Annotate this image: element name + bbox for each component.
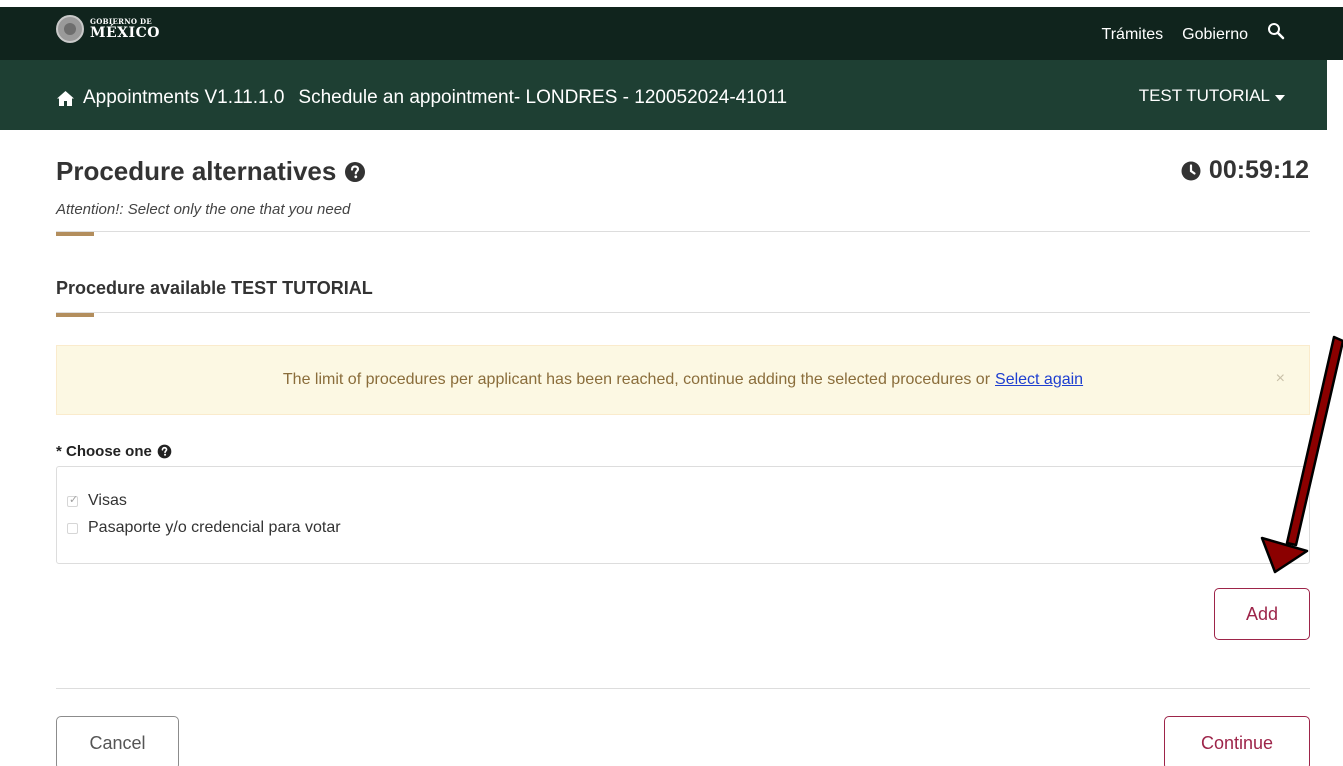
user-menu[interactable]: TEST TUTORIAL xyxy=(1139,86,1285,106)
option-visas-label: Visas xyxy=(88,492,127,509)
footer-divider xyxy=(56,688,1310,689)
top-links: Trámites Gobierno xyxy=(1102,23,1285,44)
user-name: TEST TUTORIAL xyxy=(1138,86,1270,105)
logo-big-text: MÉXICO xyxy=(90,25,160,41)
page-title: Procedure alternatives xyxy=(56,156,366,187)
cancel-button[interactable]: Cancel xyxy=(56,716,179,766)
choose-one-text: * Choose one xyxy=(56,443,152,460)
caret-down-icon xyxy=(1275,94,1285,101)
section-accent-bar xyxy=(56,313,94,317)
breadcrumb-current: Schedule an appointment- LONDRES - 12005… xyxy=(298,87,788,108)
continue-button[interactable]: Continue xyxy=(1164,716,1310,766)
page-title-text: Procedure alternatives xyxy=(56,156,337,186)
option-pasaporte[interactable]: Pasaporte y/o credencial para votar xyxy=(67,519,341,537)
select-again-link[interactable]: Select again xyxy=(995,371,1083,389)
checkbox-pasaporte[interactable] xyxy=(67,522,78,534)
question-circle-icon[interactable] xyxy=(157,444,172,459)
app-name-link[interactable]: Appointments V1.11.1.0 xyxy=(83,87,284,109)
add-button[interactable]: Add xyxy=(1214,588,1310,640)
title-accent-bar xyxy=(56,232,94,236)
limit-warning-alert: The limit of procedures per applicant ha… xyxy=(56,345,1310,415)
logo-text: GOBIERNO DE MÉXICO xyxy=(90,18,160,40)
question-circle-icon[interactable] xyxy=(344,161,366,183)
search-icon[interactable] xyxy=(1267,22,1285,40)
breadcrumb: Appointments V1.11.1.0 Schedule an appoi… xyxy=(56,87,787,109)
attention-note: Attention!: Select only the one that you… xyxy=(56,201,351,218)
nav-right-edge xyxy=(1327,60,1343,130)
top-edge-strip xyxy=(0,0,1343,7)
link-tramites[interactable]: Trámites xyxy=(1102,26,1164,44)
timer-value: 00:59:12 xyxy=(1208,156,1309,184)
title-divider xyxy=(56,231,1310,232)
gobierno-logo[interactable]: GOBIERNO DE MÉXICO xyxy=(56,15,160,43)
close-icon[interactable]: × xyxy=(1276,370,1285,388)
link-gobierno[interactable]: Gobierno xyxy=(1182,26,1248,44)
procedure-options: Visas Pasaporte y/o credencial para vota… xyxy=(56,466,1310,564)
option-pasaporte-label: Pasaporte y/o credencial para votar xyxy=(88,519,341,536)
option-visas[interactable]: Visas xyxy=(67,492,127,510)
choose-one-label: * Choose one xyxy=(56,443,172,460)
home-icon[interactable] xyxy=(56,90,75,107)
logo-small-text: GOBIERNO DE xyxy=(90,17,153,26)
section-title: Procedure available TEST TUTORIAL xyxy=(56,278,373,298)
clock-icon xyxy=(1181,161,1201,181)
checkbox-visas[interactable] xyxy=(67,493,78,507)
section-divider xyxy=(56,312,1310,313)
session-timer: 00:59:12 xyxy=(1181,156,1309,185)
seal-icon xyxy=(56,15,84,43)
alert-message: The limit of procedures per applicant ha… xyxy=(282,371,991,388)
